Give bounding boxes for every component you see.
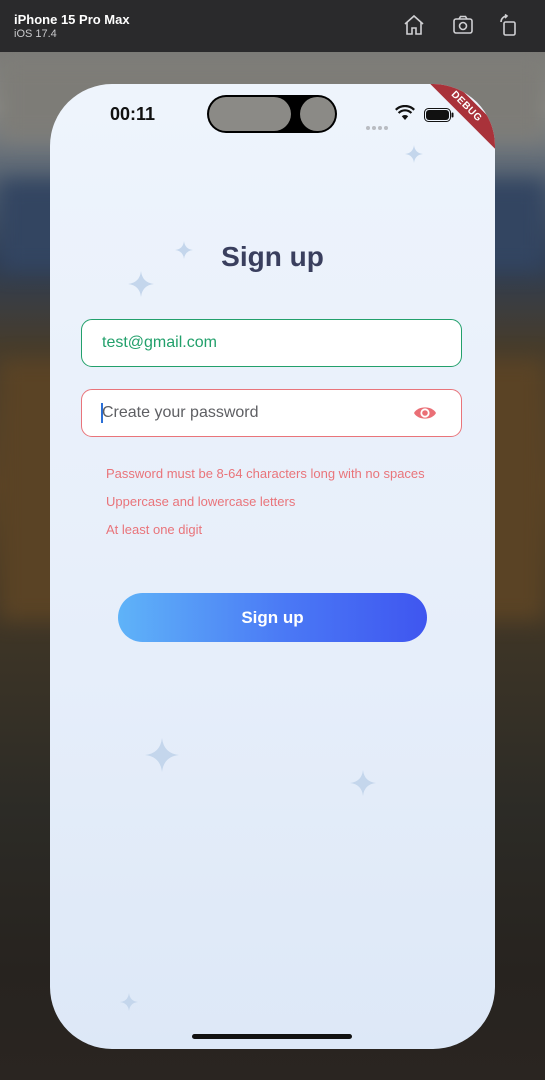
page-title: Sign up	[221, 241, 324, 272]
wifi-icon	[395, 105, 415, 120]
email-field[interactable]: test@gmail.com	[81, 319, 462, 367]
home-icon[interactable]	[402, 13, 426, 37]
sparkle-icon	[128, 271, 154, 297]
sparkle-icon	[145, 738, 179, 772]
simulator-toolbar: iPhone 15 Pro Max iOS 17.4	[0, 0, 545, 52]
sign-up-button[interactable]: Sign up	[118, 593, 427, 642]
rotate-icon[interactable]	[497, 13, 521, 37]
sparkle-icon	[405, 145, 423, 163]
phone-screen: 00:11 DEBUG Sign up test@gmail.com Creat…	[50, 84, 495, 1049]
password-hints: Password must be 8-64 characters long wi…	[106, 466, 425, 550]
eye-icon[interactable]	[413, 404, 437, 422]
sparkle-icon	[350, 770, 376, 796]
battery-icon	[424, 108, 454, 122]
hint-item: At least one digit	[106, 522, 203, 537]
screenshot-icon[interactable]	[451, 13, 475, 37]
hint-item: Uppercase and lowercase letters	[106, 494, 296, 509]
status-time: 00:11	[110, 104, 156, 124]
email-value: test@gmail.com	[102, 334, 217, 351]
device-name: iPhone 15 Pro Max	[14, 12, 130, 27]
home-indicator[interactable]	[192, 1034, 352, 1039]
password-field[interactable]: Create your password	[81, 389, 462, 437]
signal-icon	[366, 117, 390, 135]
password-placeholder: Create your password	[102, 404, 259, 421]
dynamic-island	[207, 95, 337, 133]
hint-item: Password must be 8-64 characters long wi…	[106, 466, 425, 481]
sparkle-icon	[120, 993, 138, 1011]
os-version: iOS 17.4	[14, 28, 57, 40]
